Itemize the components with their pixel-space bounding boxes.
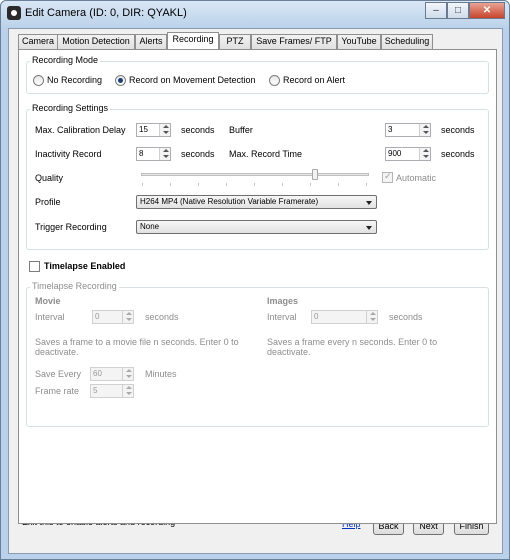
movie-heading: Movie [35, 296, 61, 306]
images-interval-stepper[interactable]: 0 [311, 310, 378, 324]
profile-dropdown-value: H264 MP4 (Native Resolution Variable Fra… [140, 197, 319, 206]
profile-label: Profile [35, 197, 61, 207]
record-on-alert-radio[interactable] [269, 75, 280, 86]
stepper-arrows-icon[interactable] [366, 311, 377, 323]
record-on-movement-radio[interactable] [115, 75, 126, 86]
automatic-label[interactable]: Automatic [396, 173, 436, 183]
timelapse-recording-title: Timelapse Recording [30, 281, 119, 291]
max-calibration-delay-label: Max. Calibration Delay [35, 125, 126, 135]
chevron-down-icon[interactable] [366, 226, 372, 230]
max-record-time-value: 900 [388, 149, 402, 158]
stepper-arrows-icon[interactable] [159, 148, 170, 160]
recording-tab-panel: Recording Mode No Recording Record on Mo… [18, 49, 497, 524]
save-every-label: Save Every [35, 369, 82, 379]
save-every-stepper[interactable]: 60 [90, 367, 134, 381]
close-button[interactable]: ✕ [469, 2, 505, 19]
max-calibration-delay-stepper[interactable]: 15 [136, 123, 171, 137]
title-bar[interactable]: Edit Camera (ID: 0, DIR: QYAKL) – □ ✕ [1, 1, 509, 27]
timelapse-recording-group [26, 287, 489, 427]
quality-tick [170, 183, 171, 186]
movie-description: Saves a frame to a movie file n seconds.… [35, 337, 239, 357]
automatic-checkbox[interactable] [382, 171, 393, 183]
record-on-movement-label[interactable]: Record on Movement Detection [129, 75, 256, 85]
quality-tick [282, 183, 283, 186]
buffer-label: Buffer [229, 125, 253, 135]
quality-slider-thumb[interactable] [312, 169, 318, 180]
quality-tick [226, 183, 227, 186]
tab-scheduling[interactable]: Scheduling [381, 34, 433, 49]
stepper-arrows-icon[interactable] [159, 124, 170, 136]
recording-settings-title: Recording Settings [30, 103, 111, 113]
stepper-arrows-icon[interactable] [122, 311, 133, 323]
buffer-value: 3 [388, 125, 393, 134]
movie-interval-value: 0 [95, 312, 100, 321]
max-record-time-stepper[interactable]: 900 [385, 147, 431, 161]
dialog-client-area: Camera Motion Detection Alerts Recording… [8, 28, 503, 554]
max-calibration-delay-unit: seconds [181, 125, 215, 135]
tab-alerts[interactable]: Alerts [135, 34, 167, 49]
tab-ptz[interactable]: PTZ [219, 34, 251, 49]
tab-save-frames-ftp[interactable]: Save Frames/ FTP [251, 34, 337, 49]
timelapse-enabled-label[interactable]: Timelapse Enabled [44, 261, 125, 271]
inactivity-record-value: 8 [139, 149, 144, 158]
buffer-stepper[interactable]: 3 [385, 123, 431, 137]
inactivity-record-label: Inactivity Record [35, 149, 102, 159]
tab-camera[interactable]: Camera [18, 34, 58, 49]
max-record-time-unit: seconds [441, 149, 475, 159]
quality-slider[interactable] [141, 168, 369, 188]
images-heading: Images [267, 296, 299, 306]
tab-youtube[interactable]: YouTube [337, 34, 381, 49]
quality-tick [338, 183, 339, 186]
quality-tick [198, 183, 199, 186]
movie-interval-stepper[interactable]: 0 [92, 310, 134, 324]
window-title: Edit Camera (ID: 0, DIR: QYAKL) [25, 7, 187, 19]
buffer-unit: seconds [441, 125, 475, 135]
frame-rate-stepper[interactable]: 5 [90, 384, 134, 398]
max-calibration-delay-value: 15 [139, 125, 148, 134]
inactivity-record-stepper[interactable]: 8 [136, 147, 171, 161]
stepper-arrows-icon[interactable] [122, 368, 133, 380]
images-interval-value: 0 [314, 312, 319, 321]
quality-slider-track [141, 173, 369, 176]
chevron-down-icon[interactable] [366, 201, 372, 205]
quality-tick [142, 183, 143, 186]
tab-motion-detection[interactable]: Motion Detection [57, 34, 135, 49]
trigger-recording-value: None [140, 222, 160, 231]
stepper-arrows-icon[interactable] [419, 148, 430, 160]
edit-camera-window: Edit Camera (ID: 0, DIR: QYAKL) – □ ✕ Ca… [0, 0, 510, 560]
quality-tick [254, 183, 255, 186]
minimize-button[interactable]: – [425, 2, 447, 19]
frame-rate-value: 5 [93, 386, 98, 395]
images-interval-unit: seconds [389, 312, 423, 322]
inactivity-record-unit: seconds [181, 149, 215, 159]
images-interval-label: Interval [267, 312, 297, 322]
camera-app-icon [7, 6, 21, 20]
frame-rate-label: Frame rate [35, 386, 80, 396]
images-description: Saves a frame every n seconds. Enter 0 t… [267, 337, 438, 357]
recording-mode-title: Recording Mode [30, 55, 101, 65]
maximize-button[interactable]: □ [447, 2, 469, 19]
quality-label: Quality [35, 173, 64, 183]
movie-interval-label: Interval [35, 312, 65, 322]
max-record-time-label: Max. Record Time [229, 149, 303, 159]
movie-interval-unit: seconds [145, 312, 179, 322]
stepper-arrows-icon[interactable] [122, 385, 133, 397]
no-recording-radio[interactable] [33, 75, 44, 86]
timelapse-enabled-checkbox[interactable] [29, 261, 40, 272]
quality-tick [366, 183, 367, 186]
quality-tick [310, 183, 311, 186]
profile-dropdown[interactable]: H264 MP4 (Native Resolution Variable Fra… [136, 195, 377, 209]
save-every-value: 60 [93, 369, 102, 378]
trigger-recording-label: Trigger Recording [35, 222, 107, 232]
no-recording-label[interactable]: No Recording [47, 75, 102, 85]
stepper-arrows-icon[interactable] [419, 124, 430, 136]
tab-recording[interactable]: Recording [167, 32, 219, 49]
trigger-recording-dropdown[interactable]: None [136, 220, 377, 234]
record-on-alert-label[interactable]: Record on Alert [283, 75, 345, 85]
save-every-unit: Minutes [145, 369, 177, 379]
